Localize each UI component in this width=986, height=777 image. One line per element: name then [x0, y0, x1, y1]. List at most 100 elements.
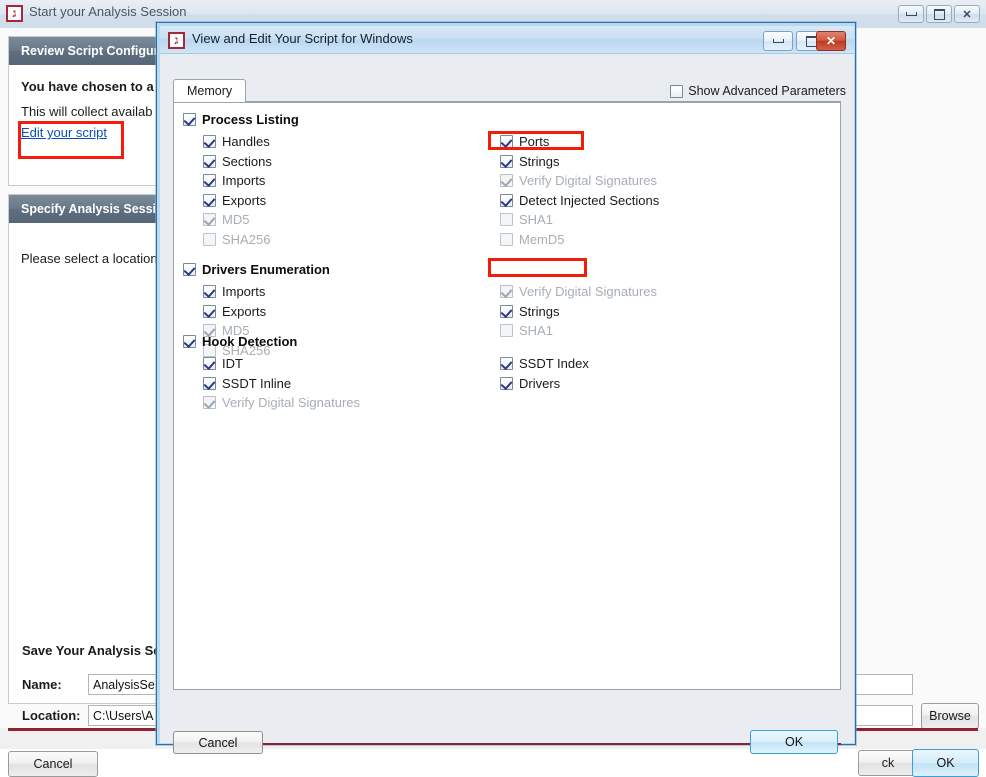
checkbox-icon [203, 304, 216, 318]
show-advanced-parameters-checkbox[interactable]: Show Advanced Parameters [670, 84, 846, 98]
save-analysis-session-heading: Save Your Analysis Se [22, 643, 161, 658]
highlight-box-edit-script [18, 121, 124, 159]
checkbox-icon [500, 304, 513, 318]
group-label: Hook Detection [202, 334, 298, 349]
option-ssdt-inline[interactable]: SSDT Inline [203, 376, 291, 391]
option-label: Sections [222, 153, 272, 169]
checkbox-icon [203, 376, 216, 390]
checkbox-icon [203, 193, 216, 207]
close-icon[interactable]: ✕ [816, 31, 846, 51]
checkbox-icon [203, 357, 216, 370]
browse-button[interactable]: Browse [921, 703, 979, 729]
cancel-button[interactable]: Cancel [8, 751, 98, 777]
option-label: Verify Digital Signatures [519, 284, 658, 299]
option-label: Verify Digital Signatures [519, 173, 658, 189]
name-label: Name: [22, 677, 62, 692]
option-label: Strings [519, 153, 560, 169]
checkbox-icon [500, 233, 513, 246]
tab-memory-label: Memory [187, 84, 233, 98]
option-label: Exports [222, 303, 267, 319]
option-label: SSDT Index [519, 356, 589, 371]
app-icon: ג [6, 5, 23, 22]
option-label: IDT [222, 356, 243, 371]
group-label: Drivers Enumeration [202, 262, 330, 277]
checkbox-icon [183, 263, 196, 276]
dialog-titlebar: ג View and Edit Your Script for Windows … [160, 26, 854, 54]
option-memd5: MemD5 [500, 232, 565, 247]
option-drivers[interactable]: Drivers [500, 376, 560, 391]
highlight-box-strings-drivers [488, 258, 587, 277]
dialog-cancel-button[interactable]: Cancel [173, 731, 263, 754]
option-label: Verify Digital Signatures [222, 395, 361, 411]
dialog-content: Memory Show Advanced Parameters Process … [160, 54, 854, 745]
option-label: SHA1 [519, 212, 553, 228]
maximize-icon[interactable] [926, 5, 952, 23]
option-label: SHA1 [519, 323, 553, 339]
checkbox-icon [203, 213, 216, 227]
checkbox-icon [500, 376, 513, 390]
memory-options-inner: Process Listing Handles Sections Imports Exp… [174, 103, 840, 689]
option-label: Handles [222, 134, 270, 149]
option-handles[interactable]: Handles [203, 134, 270, 149]
minimize-icon[interactable] [898, 5, 924, 23]
checkbox-icon [203, 154, 216, 168]
option-verify-digital-signatures: Verify Digital Signatures [500, 173, 657, 188]
option-sha1: SHA1 [500, 212, 553, 227]
location-label: Location: [22, 708, 81, 723]
app-icon: ג [168, 32, 185, 49]
highlight-box-strings-process-listing [488, 131, 584, 150]
option-sha256: SHA256 [203, 232, 270, 247]
close-icon[interactable]: ✕ [954, 5, 980, 23]
option-label: Detect Injected Sections [519, 192, 660, 208]
option-label: MemD5 [519, 232, 565, 247]
option-verify-digital-signatures: Verify Digital Signatures [500, 284, 657, 299]
option-detect-injected-sections[interactable]: Detect Injected Sections [500, 193, 659, 208]
group-label: Process Listing [202, 112, 299, 127]
option-label: Imports [222, 173, 266, 189]
dialog-ok-button[interactable]: OK [750, 730, 838, 754]
option-sections[interactable]: Sections [203, 154, 272, 169]
group-drivers-enumeration[interactable]: Drivers Enumeration [183, 262, 330, 277]
option-label: Exports [222, 192, 267, 208]
checkbox-icon [203, 135, 216, 148]
background-window-title: Start your Analysis Session [29, 4, 187, 19]
option-strings[interactable]: Strings [500, 304, 559, 319]
option-imports[interactable]: Imports [203, 173, 265, 188]
option-exports[interactable]: Exports [203, 304, 266, 319]
option-label: Imports [222, 284, 266, 299]
option-label: Drivers [519, 375, 561, 391]
checkbox-icon [500, 213, 513, 227]
checkbox-icon [203, 174, 216, 188]
option-label: MD5 [222, 212, 250, 228]
checkbox-icon [500, 154, 513, 168]
checkbox-icon [183, 113, 196, 126]
tab-memory[interactable]: Memory [173, 79, 247, 102]
ok-button[interactable]: OK [912, 749, 979, 777]
back-button[interactable]: ck [858, 750, 918, 776]
checkbox-icon [670, 84, 684, 98]
option-exports[interactable]: Exports [203, 193, 266, 208]
memory-options-panel: Process Listing Handles Sections Imports Exp… [173, 102, 841, 690]
option-idt[interactable]: IDT [203, 356, 243, 371]
group-hook-detection[interactable]: Hook Detection [183, 334, 297, 349]
option-verify-digital-signatures: Verify Digital Signatures [203, 395, 360, 410]
checkbox-icon [203, 285, 216, 298]
checkbox-icon [500, 357, 513, 370]
minimize-icon[interactable] [763, 31, 793, 51]
option-label: SHA256 [222, 232, 271, 247]
option-label: SSDT Inline [222, 375, 292, 391]
option-label: Strings [519, 303, 560, 319]
group-process-listing[interactable]: Process Listing [183, 112, 299, 127]
checkbox-icon [500, 193, 513, 207]
checkbox-icon [500, 285, 513, 298]
checkbox-icon [183, 335, 196, 348]
option-sha1: SHA1 [500, 323, 553, 338]
option-ssdt-index[interactable]: SSDT Index [500, 356, 589, 371]
checkbox-icon [500, 174, 513, 188]
show-advanced-parameters-label: Show Advanced Parameters [688, 84, 846, 98]
option-imports[interactable]: Imports [203, 284, 265, 299]
checkbox-icon [500, 324, 513, 338]
option-strings[interactable]: Strings [500, 154, 559, 169]
checkbox-icon [203, 396, 216, 410]
option-md5: MD5 [203, 212, 249, 227]
